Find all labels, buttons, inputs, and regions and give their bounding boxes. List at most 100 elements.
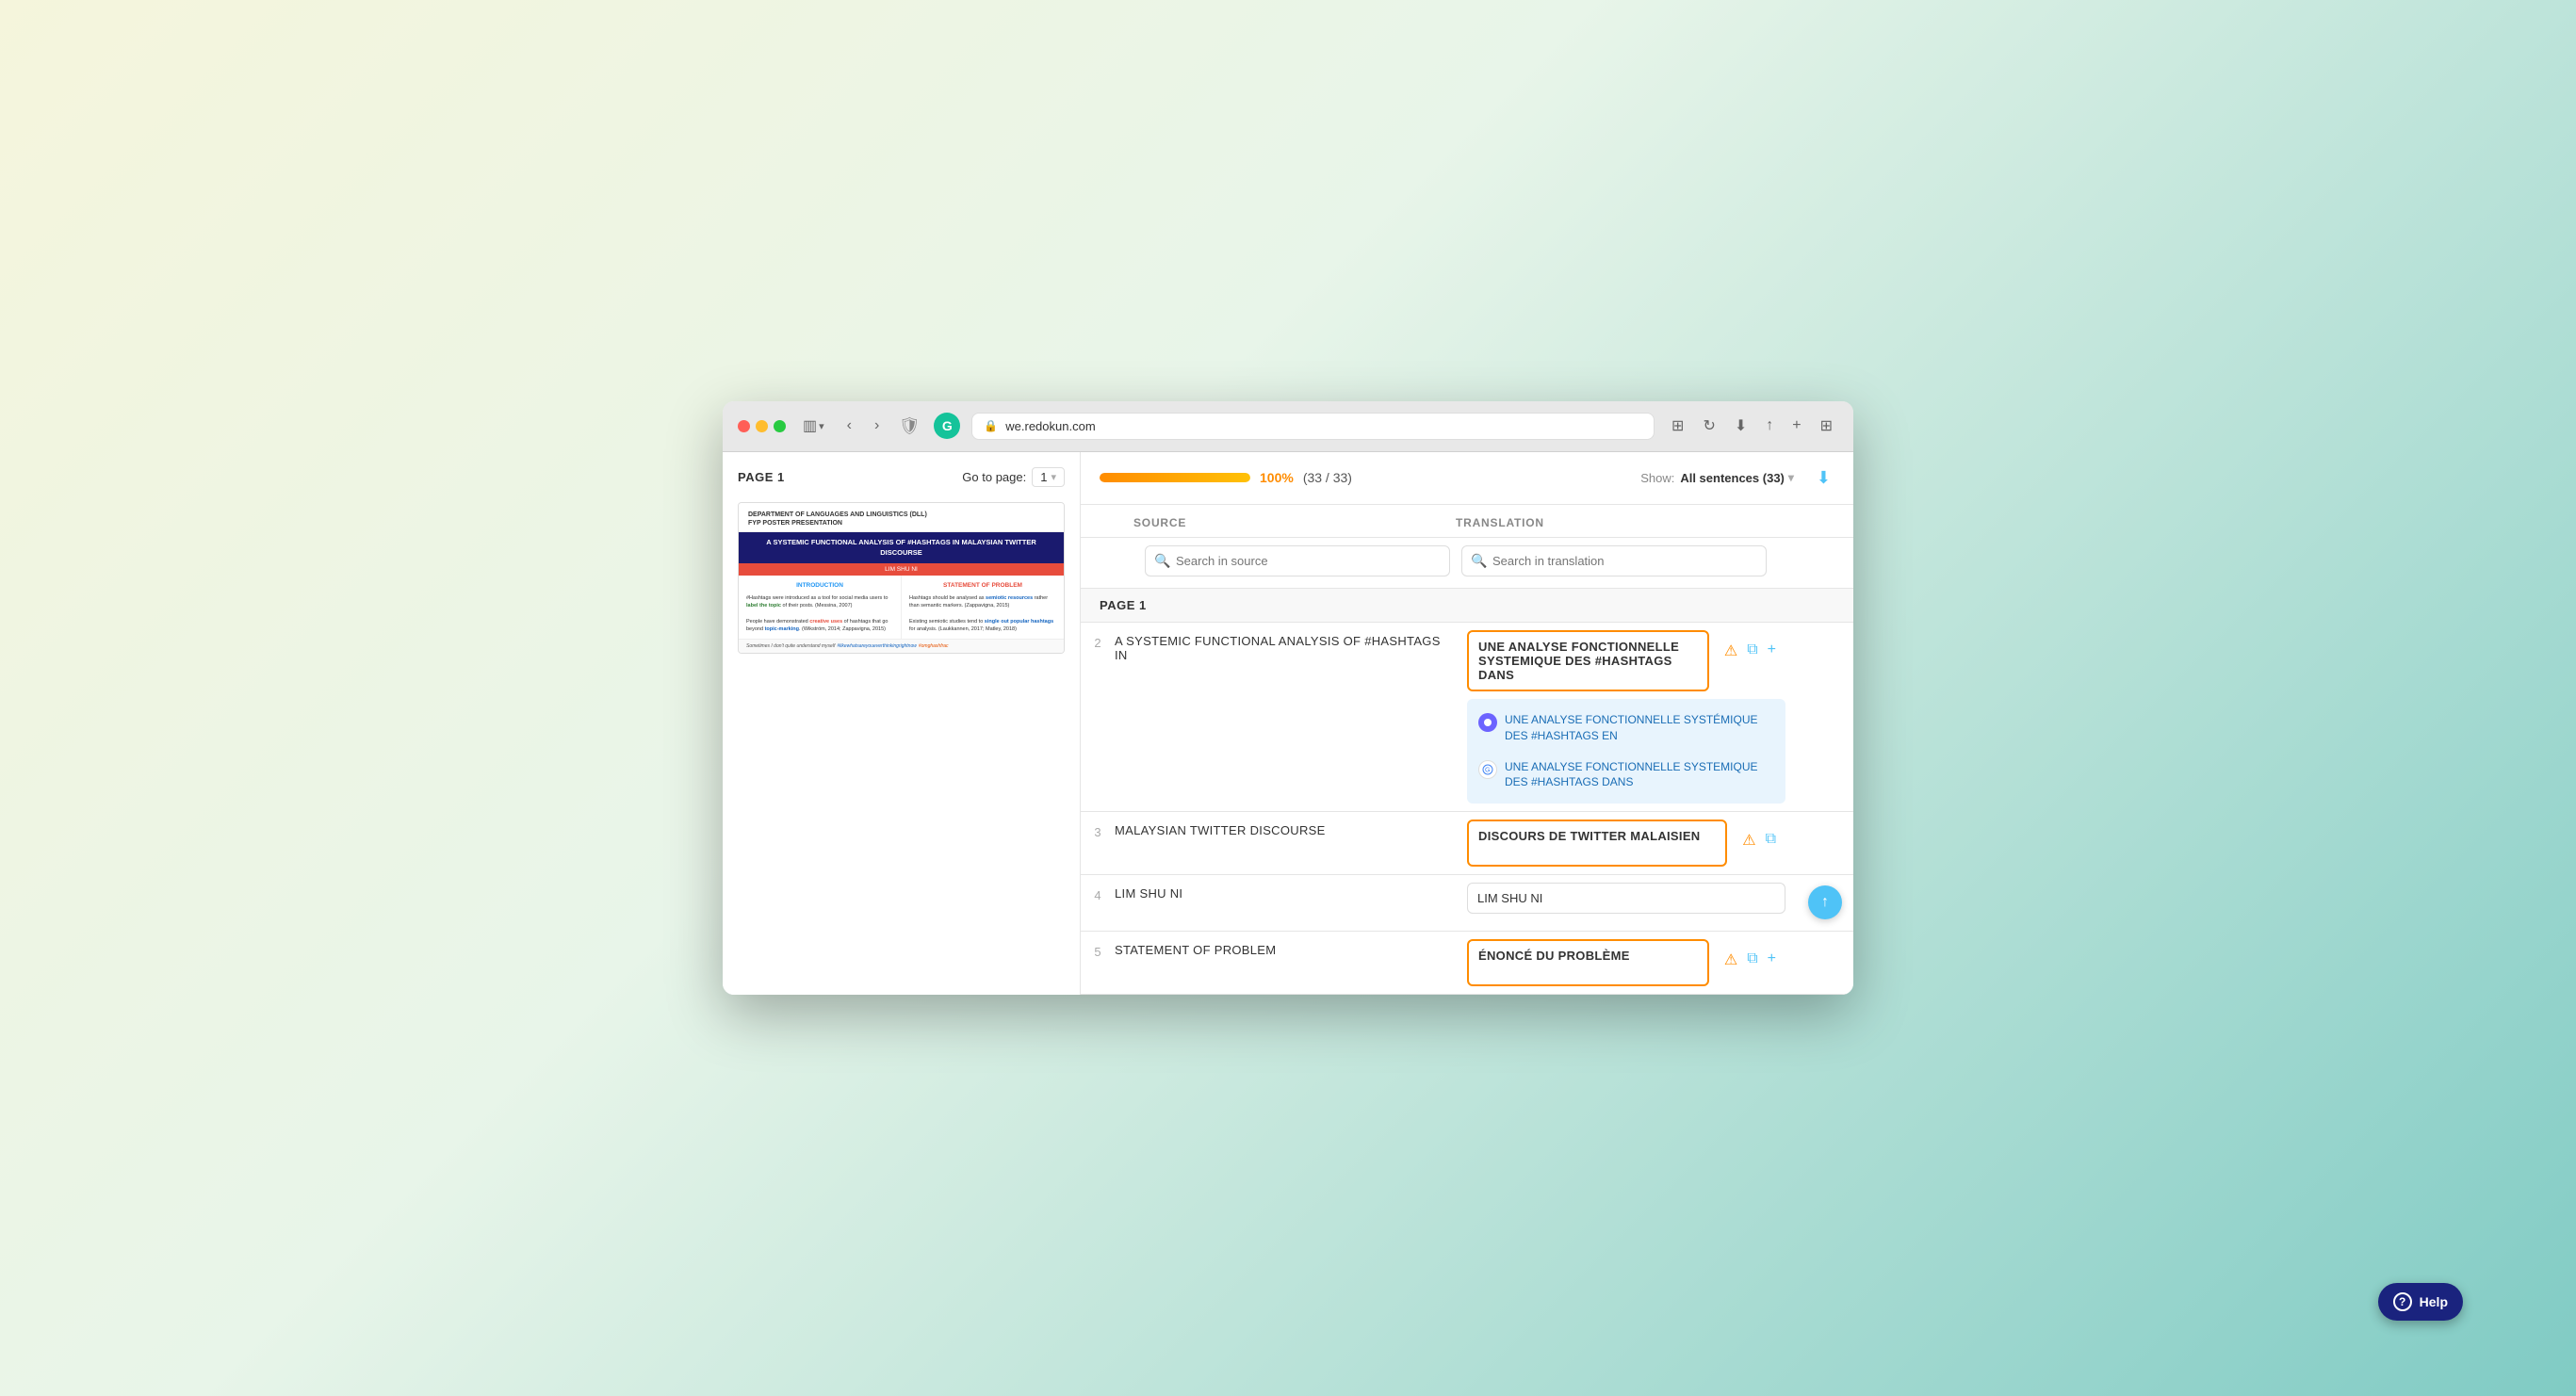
- help-label: Help: [2420, 1294, 2448, 1309]
- close-button[interactable]: [738, 420, 750, 432]
- list-item[interactable]: G UNE ANALYSE FONCTIONNELLE SYSTEMIQUE D…: [1467, 752, 1785, 799]
- translation-area: 2 A SYSTEMIC FUNCTIONAL ANALYSIS OF #HAS…: [1081, 623, 1853, 995]
- minimize-button[interactable]: [756, 420, 768, 432]
- problem-text1: Hashtags should be analysed as semiotic …: [909, 594, 1056, 610]
- add-button[interactable]: +: [1766, 949, 1778, 969]
- table-row: 2 A SYSTEMIC FUNCTIONAL ANALYSIS OF #HAS…: [1081, 623, 1853, 812]
- app-container: PAGE 1 Go to page: 1 ▾ DEPARTMENT OF LAN…: [723, 452, 1853, 995]
- maximize-button[interactable]: [774, 420, 786, 432]
- refresh-button[interactable]: ↻: [1697, 413, 1720, 439]
- translation-input-wrapper: LIM SHU NI: [1467, 883, 1785, 914]
- page-num-badge[interactable]: 1 ▾: [1032, 467, 1065, 487]
- progress-bar-fill: [1100, 473, 1250, 482]
- grid-view-button[interactable]: ⊞: [1815, 413, 1838, 439]
- chevron-down-icon: ▾: [819, 420, 824, 432]
- goto-page: Go to page: 1 ▾: [962, 467, 1065, 487]
- browser-right-controls: ⊞ ↻ ⬇ ↑ + ⊞: [1666, 413, 1838, 439]
- row-number: 3: [1081, 812, 1115, 874]
- translation-input-wrapper: UNE ANALYSE FONCTIONNELLE SYSTEMIQUE DES…: [1467, 630, 1709, 691]
- share-button[interactable]: ↑: [1760, 414, 1779, 438]
- doc-header: DEPARTMENT OF LANGUAGES AND LINGUISTICS …: [739, 503, 1064, 532]
- page-section-header: PAGE 1: [1081, 589, 1853, 623]
- row-number: 4: [1081, 875, 1115, 931]
- address-bar[interactable]: 🔒 we.redokun.com: [971, 413, 1655, 440]
- source-search-wrapper: 🔍: [1145, 545, 1450, 576]
- translate-icon-button[interactable]: ⊞: [1666, 413, 1689, 439]
- footer-text: Sometimes I don't quite understand mysel…: [746, 643, 835, 649]
- translation-input[interactable]: DISCOURS DE TWITTER MALAISIEN: [1467, 820, 1727, 867]
- doc-problem-col: STATEMENT OF PROBLEM Hashtags should be …: [902, 576, 1064, 639]
- copy-button[interactable]: ⧉: [1764, 829, 1778, 850]
- shield-icon: 🛡: [896, 413, 922, 439]
- fyp-line: FYP POSTER PRESENTATION: [748, 519, 1054, 528]
- scroll-to-top-button[interactable]: ↑: [1808, 885, 1842, 919]
- browser-window: ▥ ▾ ‹ › 🛡 G 🔒 we.redokun.com ⊞ ↻ ⬇ ↑ + ⊞: [723, 401, 1853, 995]
- translation-cell[interactable]: UNE ANALYSE FONCTIONNELLE SYSTEMIQUE DES…: [1456, 623, 1797, 811]
- progress-container: 100% (33 / 33): [1100, 470, 1622, 485]
- translation-input-group: DISCOURS DE TWITTER MALAISIEN ⚠ ⧉: [1467, 820, 1785, 867]
- add-button[interactable]: +: [1766, 640, 1778, 660]
- translation-input-wrapper: ÉNONCÉ DU PROBLÈME: [1467, 939, 1709, 986]
- source-cell: A SYSTEMIC FUNCTIONAL ANALYSIS OF #HASHT…: [1115, 623, 1456, 811]
- table-row: 4 LIM SHU NI LIM SHU NI: [1081, 875, 1853, 932]
- ai-suggestion-icon: [1478, 713, 1497, 732]
- suggestion-text: UNE ANALYSE FONCTIONNELLE SYSTÉMIQUE DES…: [1505, 712, 1774, 744]
- source-col-header: SOURCE: [1133, 516, 1456, 529]
- filter-dropdown[interactable]: All sentences (33) ▾: [1680, 471, 1794, 485]
- problem-text2: Existing semiotic studies tend to single…: [909, 618, 1056, 634]
- help-icon: ?: [2393, 1292, 2412, 1311]
- warning-icon-button[interactable]: ⚠: [1722, 640, 1739, 662]
- forward-button[interactable]: ›: [869, 414, 885, 438]
- help-button[interactable]: ? Help: [2378, 1283, 2463, 1321]
- translation-cell[interactable]: ÉNONCÉ DU PROBLÈME ⚠ ⧉ +: [1456, 932, 1797, 994]
- translation-input-active[interactable]: UNE ANALYSE FONCTIONNELLE SYSTEMIQUE DES…: [1467, 630, 1709, 691]
- download-button[interactable]: ⬇: [1729, 413, 1753, 439]
- filter-value-text: All sentences (33): [1680, 471, 1785, 485]
- show-label: Show:: [1640, 471, 1674, 485]
- translation-input-group: ÉNONCÉ DU PROBLÈME ⚠ ⧉ +: [1467, 939, 1785, 986]
- back-button[interactable]: ‹: [841, 414, 857, 438]
- right-panel: 100% (33 / 33) Show: All sentences (33) …: [1081, 452, 1853, 995]
- source-cell: STATEMENT OF PROBLEM: [1115, 932, 1456, 994]
- translation-search-input[interactable]: [1461, 545, 1767, 576]
- grammarly-icon[interactable]: G: [934, 413, 960, 439]
- browser-titlebar: ▥ ▾ ‹ › 🛡 G 🔒 we.redokun.com ⊞ ↻ ⬇ ↑ + ⊞: [723, 401, 1853, 452]
- translation-cell[interactable]: DISCOURS DE TWITTER MALAISIEN ⚠ ⧉: [1456, 812, 1797, 874]
- intro-text2: People have demonstrated creative uses o…: [746, 618, 893, 634]
- suggestion-text: UNE ANALYSE FONCTIONNELLE SYSTEMIQUE DES…: [1505, 759, 1774, 791]
- list-item[interactable]: UNE ANALYSE FONCTIONNELLE SYSTÉMIQUE DES…: [1467, 705, 1785, 752]
- warning-icon-button[interactable]: ⚠: [1740, 829, 1757, 852]
- translation-cell[interactable]: LIM SHU NI: [1456, 875, 1797, 931]
- source-search-input[interactable]: [1145, 545, 1450, 576]
- translation-input-wrapper: DISCOURS DE TWITTER MALAISIEN: [1467, 820, 1727, 867]
- sidebar-header: PAGE 1 Go to page: 1 ▾: [738, 467, 1065, 487]
- search-icon: 🔍: [1154, 553, 1170, 569]
- progress-count: (33 / 33): [1303, 470, 1352, 485]
- warning-icon-button[interactable]: ⚠: [1722, 949, 1739, 971]
- sidebar-toggle-button[interactable]: ▥ ▾: [797, 413, 830, 439]
- doc-author-bar: LIM SHU NI: [739, 563, 1064, 576]
- download-filter-button[interactable]: ⬇: [1813, 463, 1834, 493]
- intro-title: INTRODUCTION: [746, 581, 893, 591]
- problem-title: STATEMENT OF PROBLEM: [909, 581, 1056, 591]
- svg-text:G: G: [1485, 767, 1490, 773]
- translation-input[interactable]: LIM SHU NI: [1467, 883, 1785, 914]
- dept-line: DEPARTMENT OF LANGUAGES AND LINGUISTICS …: [748, 511, 1054, 519]
- copy-button[interactable]: ⧉: [1745, 640, 1759, 660]
- doc-footer: Sometimes I don't quite understand mysel…: [739, 639, 1064, 653]
- google-suggestion-icon: G: [1478, 760, 1497, 779]
- search-row: 🔍 🔍: [1081, 538, 1853, 589]
- table-row: 3 MALAYSIAN TWITTER DISCOURSE DISCOURS D…: [1081, 812, 1853, 875]
- lock-icon: 🔒: [984, 419, 998, 432]
- goto-label: Go to page:: [962, 470, 1026, 484]
- url-text: we.redokun.com: [1005, 419, 1095, 433]
- back-icon: ‹: [847, 417, 852, 434]
- intro-text1: #Hashtags were introduced as a tool for …: [746, 594, 893, 610]
- table-row: 5 STATEMENT OF PROBLEM ÉNONCÉ DU PROBLÈM…: [1081, 932, 1853, 995]
- page-num: 1: [1040, 470, 1047, 484]
- new-tab-button[interactable]: +: [1786, 414, 1806, 438]
- page-label: PAGE 1: [738, 470, 785, 484]
- translation-input[interactable]: ÉNONCÉ DU PROBLÈME: [1467, 939, 1709, 986]
- copy-button[interactable]: ⧉: [1745, 949, 1759, 969]
- arrow-up-icon: ↑: [1821, 894, 1829, 911]
